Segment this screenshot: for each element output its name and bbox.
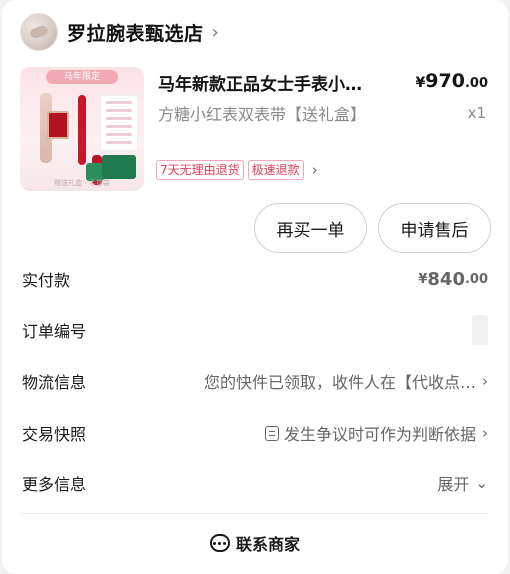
price-integer: 970 <box>425 70 465 92</box>
price-symbol: ¥ <box>415 75 426 91</box>
snapshot-value[interactable]: 发生争议时可作为判断依据 › <box>264 421 488 445</box>
tag-no-reason-return: 7天无理由退货 <box>156 160 244 180</box>
shop-name[interactable]: 罗拉腕表甄选店 <box>67 19 204 46</box>
logistics-value[interactable]: 您的快件已领取，收件人在【代收点… › <box>204 369 488 393</box>
watch-strap <box>78 95 86 165</box>
expand-label: 展开 <box>437 475 470 494</box>
shop-avatar[interactable] <box>20 13 58 51</box>
contact-seller-label: 联系商家 <box>235 535 300 554</box>
product-quantity: x1 <box>467 104 486 122</box>
watch-face <box>47 111 69 139</box>
paid-integer: 840 <box>427 268 465 290</box>
chevron-right-icon[interactable]: › <box>312 161 318 179</box>
snapshot-label: 交易快照 <box>22 425 87 444</box>
paid-amount: ¥840.00 <box>418 269 488 290</box>
more-info-label: 更多信息 <box>22 475 87 494</box>
price-decimal: .00 <box>464 76 488 91</box>
gift-box <box>102 155 136 179</box>
order-card: 罗拉腕表甄选店 › 马年限定 赠送礼盒 · 手提袋 马年新款正品女士手表小… ¥… <box>2 0 508 574</box>
chat-icon <box>209 534 230 552</box>
contact-seller-button[interactable]: 联系商家 <box>2 531 508 555</box>
rebuy-button[interactable]: 再买一单 <box>254 203 367 253</box>
more-info-row[interactable]: 更多信息 展开 ⌄ <box>22 470 488 496</box>
thumbnail-banner: 马年限定 <box>46 70 118 84</box>
logistics-status: 您的快件已领取，收件人在【代收点… <box>203 373 476 392</box>
paid-label: 实付款 <box>22 271 71 290</box>
thumbnail-caption: 赠送礼盒 · 手提袋 <box>54 179 110 187</box>
expand-toggle[interactable]: 展开 ⌄ <box>437 471 488 495</box>
product-title[interactable]: 马年新款正品女士手表小… <box>158 70 398 95</box>
shop-header[interactable]: 罗拉腕表甄选店 › <box>20 13 219 51</box>
paid-decimal: .00 <box>464 271 488 287</box>
paid-row: 实付款 ¥840.00 <box>22 266 488 292</box>
product-thumbnail[interactable]: 马年限定 赠送礼盒 · 手提袋 <box>20 67 144 191</box>
snapshot-hint: 发生争议时可作为判断依据 <box>283 425 476 444</box>
chevron-down-icon: ⌄ <box>475 474 488 492</box>
tag-fast-refund: 极速退款 <box>247 160 304 180</box>
logistics-label: 物流信息 <box>22 373 87 392</box>
chevron-right-icon: › <box>482 424 488 442</box>
product-sku: 方糖小红表双表带【送礼盒】 <box>158 105 367 124</box>
chevron-right-icon: › <box>482 372 488 390</box>
paid-symbol: ¥ <box>418 271 428 287</box>
order-number-label: 订单编号 <box>22 322 87 341</box>
warranty-card <box>100 95 138 151</box>
order-number-value <box>472 315 488 345</box>
divider <box>22 513 488 514</box>
service-tags[interactable]: 7天无理由退货 极速退款 › <box>156 160 318 180</box>
order-number-row: 订单编号 <box>22 315 488 345</box>
logistics-row[interactable]: 物流信息 您的快件已领取，收件人在【代收点… › <box>22 368 488 394</box>
after-sale-button[interactable]: 申请售后 <box>378 203 491 253</box>
chevron-right-icon[interactable]: › <box>212 22 219 43</box>
document-icon <box>264 425 279 441</box>
snapshot-row[interactable]: 交易快照 发生争议时可作为判断依据 › <box>22 420 488 446</box>
product-price: ¥970.00 <box>416 70 488 92</box>
